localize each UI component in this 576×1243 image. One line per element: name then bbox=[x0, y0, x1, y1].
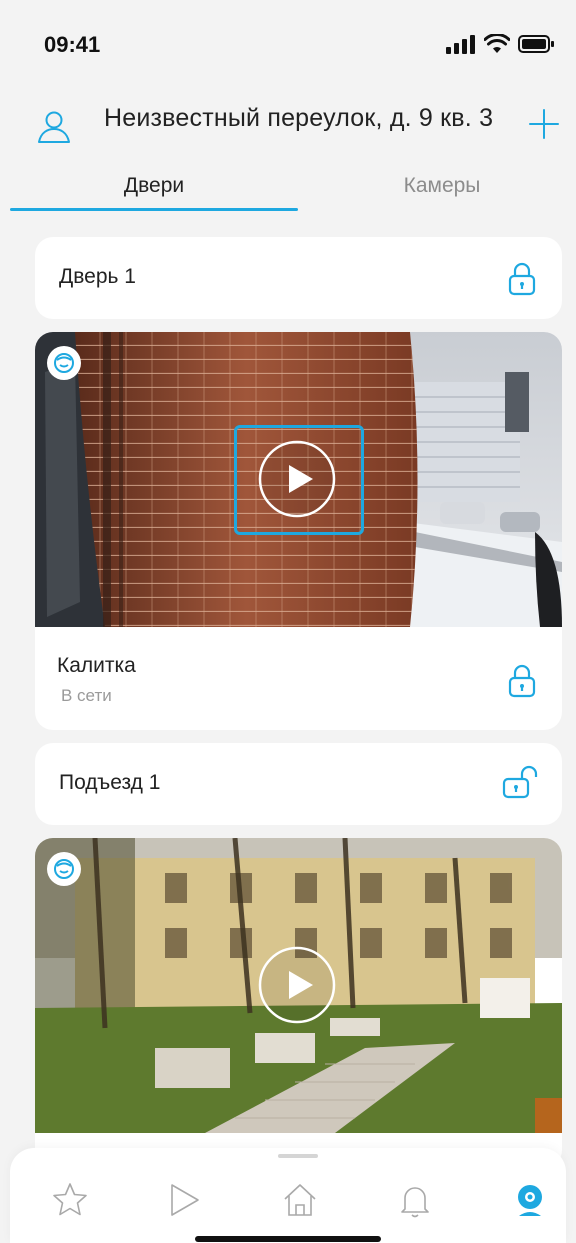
signal-icon bbox=[446, 35, 475, 54]
status-time: 09:41 bbox=[44, 32, 101, 57]
play-icon[interactable] bbox=[258, 440, 336, 518]
face-recognition-icon bbox=[47, 852, 81, 886]
play-icon[interactable] bbox=[164, 1180, 204, 1220]
tab-bar: Двери Камеры bbox=[0, 160, 576, 216]
home-icon[interactable] bbox=[280, 1180, 320, 1220]
bottom-nav bbox=[10, 1148, 566, 1243]
sheet-grabber[interactable] bbox=[278, 1154, 318, 1158]
user-icon[interactable] bbox=[36, 108, 72, 144]
door-card-1[interactable]: Дверь 1 bbox=[35, 237, 562, 319]
door-title: Калитка bbox=[57, 654, 136, 677]
door-card-podyezd-1[interactable]: Подъезд 1 bbox=[35, 743, 562, 825]
active-tab-indicator bbox=[10, 208, 298, 211]
star-icon[interactable] bbox=[50, 1180, 90, 1220]
door-title: Дверь 1 bbox=[59, 265, 136, 288]
header: Неизвестный переулок, д. 9 кв. 3 bbox=[0, 100, 576, 150]
camera-card-courtyard[interactable] bbox=[35, 838, 562, 1168]
door-title: Подъезд 1 bbox=[59, 771, 161, 794]
camera-preview-courtyard[interactable] bbox=[35, 838, 562, 1133]
door-status: В сети bbox=[61, 686, 112, 705]
battery-icon bbox=[518, 35, 554, 53]
camera-icon[interactable] bbox=[510, 1180, 550, 1220]
face-recognition-icon bbox=[47, 346, 81, 380]
unlock-icon[interactable] bbox=[501, 765, 539, 799]
camera-preview-kalitka[interactable] bbox=[35, 332, 562, 627]
home-indicator[interactable] bbox=[195, 1236, 381, 1242]
lock-icon[interactable] bbox=[507, 262, 537, 296]
status-bar: 09:41 bbox=[0, 0, 576, 90]
status-icons bbox=[446, 34, 554, 54]
tab-doors[interactable]: Двери bbox=[10, 174, 298, 198]
lock-icon[interactable] bbox=[507, 664, 537, 698]
plus-icon[interactable] bbox=[526, 106, 562, 142]
address-title[interactable]: Неизвестный переулок, д. 9 кв. 3 bbox=[104, 104, 493, 133]
wifi-icon bbox=[484, 34, 510, 53]
bell-icon[interactable] bbox=[395, 1180, 435, 1220]
door-card-kalitka[interactable]: Калитка В сети bbox=[35, 332, 562, 730]
tab-cameras[interactable]: Камеры bbox=[298, 174, 576, 198]
play-icon[interactable] bbox=[258, 946, 336, 1024]
